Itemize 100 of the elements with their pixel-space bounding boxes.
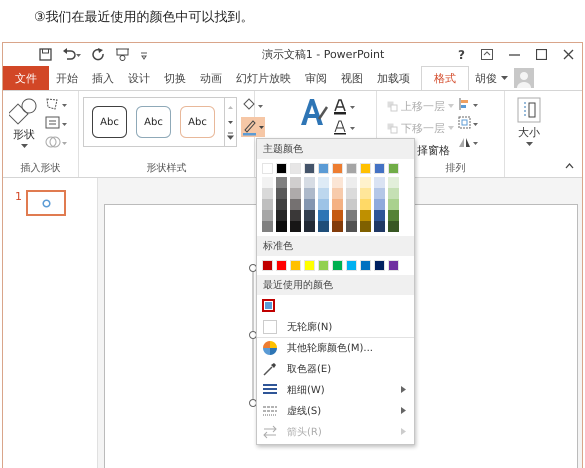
- color-swatch[interactable]: [276, 221, 287, 232]
- color-swatch[interactable]: [360, 260, 371, 271]
- help-button[interactable]: ?: [458, 48, 465, 62]
- selection-handles[interactable]: [248, 263, 258, 409]
- group-icon[interactable]: [458, 116, 480, 130]
- ribbon-tab[interactable]: 插入: [85, 66, 121, 90]
- color-swatch[interactable]: [290, 221, 301, 232]
- ribbon-tab[interactable]: 审阅: [298, 66, 334, 90]
- close-icon[interactable]: [563, 49, 574, 60]
- shapes-button[interactable]: 形状: [7, 95, 41, 151]
- color-swatch[interactable]: [332, 210, 343, 221]
- ribbon-tab[interactable]: 开始: [49, 66, 85, 90]
- color-swatch[interactable]: [304, 260, 315, 271]
- color-swatch[interactable]: [304, 210, 315, 221]
- color-swatch[interactable]: [332, 163, 343, 174]
- menu-item[interactable]: 粗细(W): [257, 379, 414, 400]
- color-swatch[interactable]: [304, 177, 315, 188]
- redo-icon[interactable]: [92, 48, 105, 61]
- ribbon-tab[interactable]: 视图: [334, 66, 370, 90]
- menu-item[interactable]: 取色器(E): [257, 358, 414, 379]
- color-swatch[interactable]: [276, 188, 287, 199]
- align-icon[interactable]: [458, 97, 480, 111]
- pen-outline-icon[interactable]: [241, 117, 265, 137]
- shape-style-option[interactable]: Abc: [92, 106, 127, 138]
- color-swatch[interactable]: [304, 163, 315, 174]
- color-swatch[interactable]: [262, 188, 273, 199]
- more-icon[interactable]: [226, 132, 235, 140]
- color-swatch[interactable]: [332, 177, 343, 188]
- user-menu[interactable]: 胡俊: [469, 66, 514, 90]
- color-swatch[interactable]: [388, 210, 399, 221]
- color-swatch[interactable]: [388, 260, 399, 271]
- text-fill-icon[interactable]: [333, 99, 357, 115]
- color-swatch[interactable]: [262, 221, 273, 232]
- ribbon-tab[interactable]: 设计: [121, 66, 157, 90]
- color-swatch[interactable]: [318, 210, 329, 221]
- scroll-down-icon[interactable]: [226, 118, 235, 126]
- color-swatch[interactable]: [290, 188, 301, 199]
- shape-style-option[interactable]: Abc: [136, 106, 171, 138]
- ribbon-tab[interactable]: 加载项: [370, 66, 417, 90]
- file-tab[interactable]: 文件: [3, 66, 49, 90]
- text-box-icon[interactable]: [45, 116, 69, 130]
- color-swatch[interactable]: [388, 163, 399, 174]
- color-swatch[interactable]: [346, 221, 357, 232]
- color-swatch[interactable]: [374, 210, 385, 221]
- color-swatch[interactable]: [262, 177, 273, 188]
- color-swatch[interactable]: [290, 199, 301, 210]
- save-icon[interactable]: [39, 48, 52, 61]
- color-swatch[interactable]: [318, 221, 329, 232]
- color-swatch[interactable]: [346, 260, 357, 271]
- recent-color-swatch[interactable]: [262, 299, 275, 312]
- size-button[interactable]: 大小: [515, 95, 543, 149]
- quick-styles-icon[interactable]: [299, 97, 329, 127]
- color-swatch[interactable]: [332, 188, 343, 199]
- color-swatch[interactable]: [374, 199, 385, 210]
- color-swatch[interactable]: [388, 199, 399, 210]
- color-swatch[interactable]: [346, 163, 357, 174]
- color-swatch[interactable]: [276, 163, 287, 174]
- color-swatch[interactable]: [290, 163, 301, 174]
- color-swatch[interactable]: [360, 188, 371, 199]
- text-outline-icon[interactable]: [333, 120, 357, 136]
- menu-item[interactable]: 虚线(S): [257, 400, 414, 421]
- undo-icon[interactable]: [62, 48, 82, 61]
- color-swatch[interactable]: [318, 177, 329, 188]
- ribbon-display-icon[interactable]: [481, 49, 493, 60]
- color-swatch[interactable]: [318, 163, 329, 174]
- color-swatch[interactable]: [374, 188, 385, 199]
- color-swatch[interactable]: [332, 260, 343, 271]
- color-swatch[interactable]: [360, 199, 371, 210]
- color-swatch[interactable]: [318, 199, 329, 210]
- color-swatch[interactable]: [388, 221, 399, 232]
- color-swatch[interactable]: [374, 163, 385, 174]
- color-swatch[interactable]: [262, 163, 273, 174]
- color-swatch[interactable]: [360, 221, 371, 232]
- slide-thumbnail[interactable]: [26, 190, 66, 216]
- color-swatch[interactable]: [332, 199, 343, 210]
- color-swatch[interactable]: [346, 188, 357, 199]
- ribbon-tab[interactable]: 格式: [421, 66, 469, 90]
- scroll-up-icon[interactable]: [226, 104, 235, 112]
- shape-style-option[interactable]: Abc: [180, 106, 215, 138]
- ribbon-tab[interactable]: 切换: [157, 66, 193, 90]
- menu-item[interactable]: 无轮廓(N): [257, 316, 414, 337]
- color-swatch[interactable]: [262, 199, 273, 210]
- merge-shapes-icon[interactable]: [45, 135, 69, 149]
- color-swatch[interactable]: [304, 199, 315, 210]
- ribbon-tab[interactable]: 动画: [193, 66, 229, 90]
- color-swatch[interactable]: [374, 260, 385, 271]
- color-swatch[interactable]: [388, 177, 399, 188]
- edit-shape-icon[interactable]: [45, 97, 69, 111]
- color-swatch[interactable]: [304, 188, 315, 199]
- color-swatch[interactable]: [388, 188, 399, 199]
- color-swatch[interactable]: [276, 177, 287, 188]
- color-swatch[interactable]: [276, 199, 287, 210]
- color-swatch[interactable]: [304, 221, 315, 232]
- color-swatch[interactable]: [360, 163, 371, 174]
- color-swatch[interactable]: [262, 210, 273, 221]
- color-swatch[interactable]: [318, 188, 329, 199]
- color-swatch[interactable]: [290, 210, 301, 221]
- color-swatch[interactable]: [360, 177, 371, 188]
- color-swatch[interactable]: [276, 260, 287, 271]
- color-swatch[interactable]: [332, 221, 343, 232]
